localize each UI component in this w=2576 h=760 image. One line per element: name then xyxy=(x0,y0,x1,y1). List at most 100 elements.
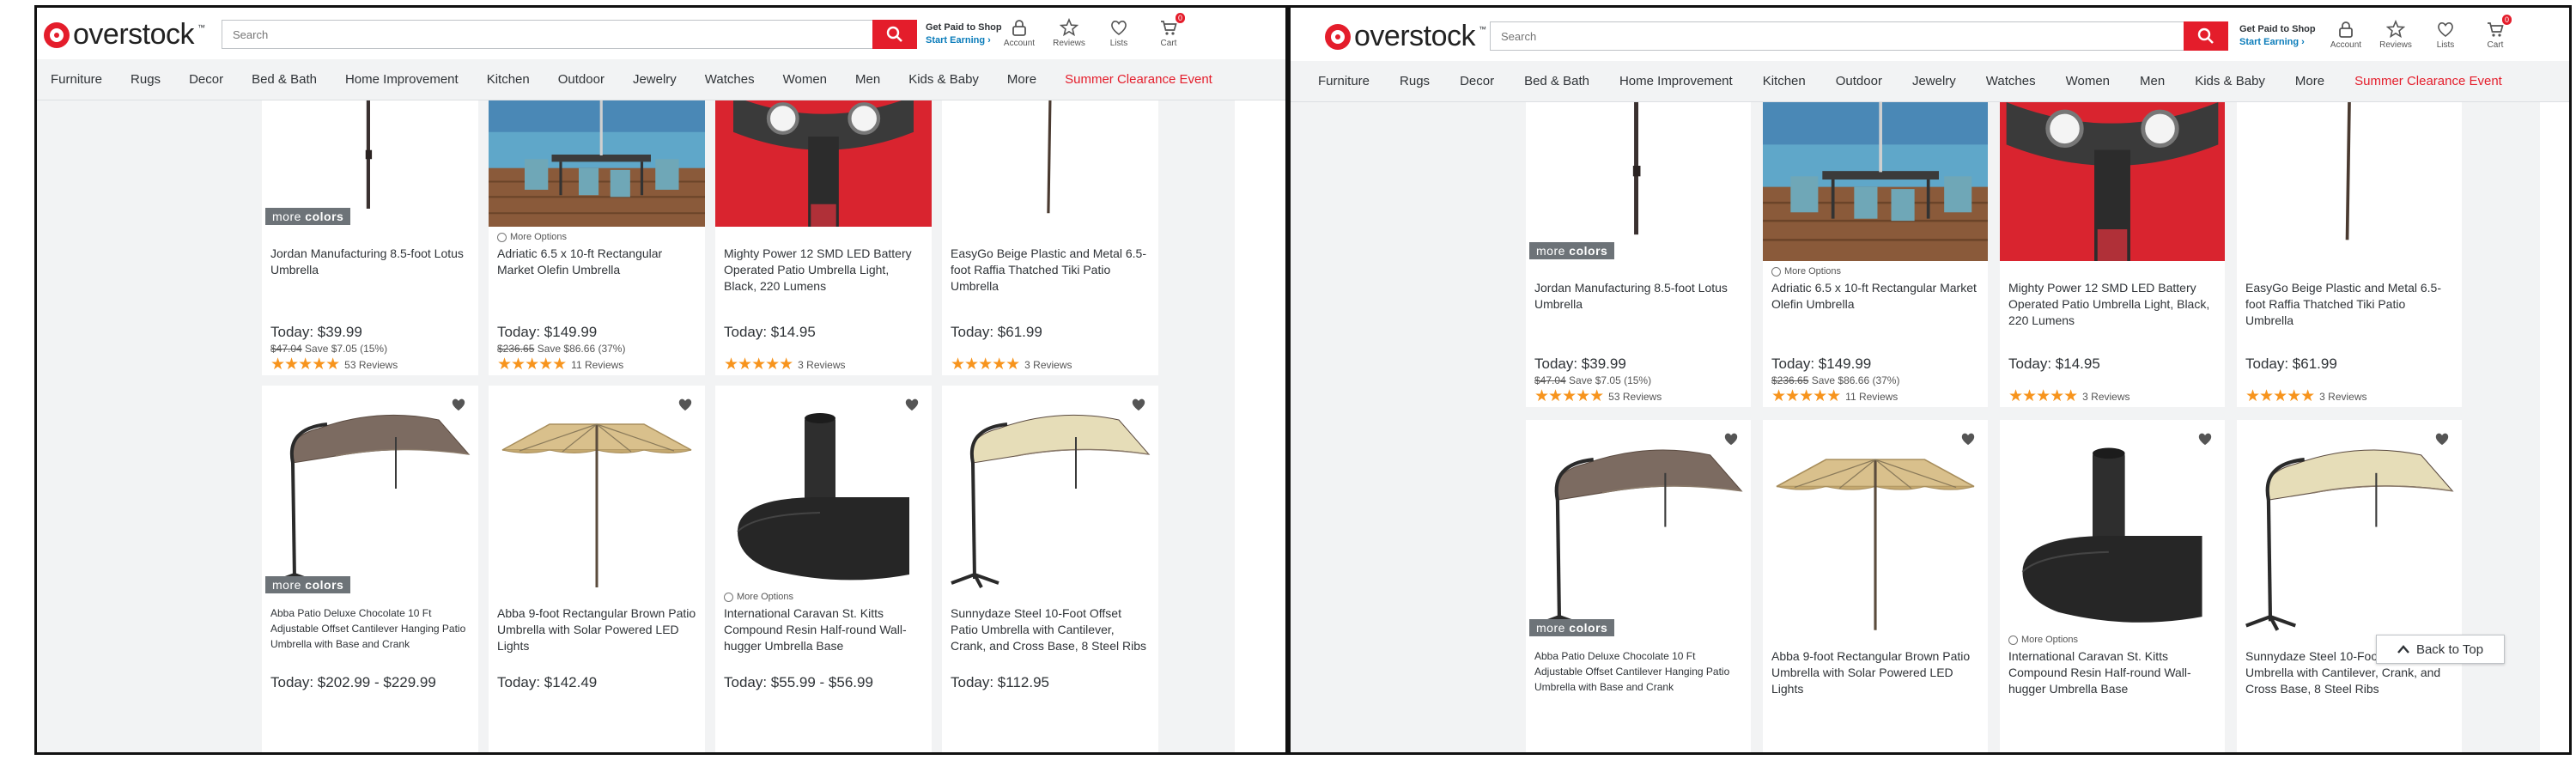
product-card[interactable]: More Options Adriatic 6.5 x 10-ft Rectang… xyxy=(489,100,705,375)
product-image[interactable] xyxy=(489,100,705,227)
add-to-list-heart-icon[interactable] xyxy=(904,398,920,416)
product-image[interactable] xyxy=(1526,437,1751,635)
more-options-link[interactable]: More Options xyxy=(497,232,567,242)
product-title[interactable]: Sunnydaze Steel 10-Foot Offset Patio Umb… xyxy=(951,605,1150,654)
account-link[interactable]: Account xyxy=(2321,20,2371,50)
product-image[interactable] xyxy=(942,100,1158,227)
product-rating[interactable]: ★★★★★ 53 Reviews xyxy=(270,355,398,374)
add-to-list-heart-icon[interactable] xyxy=(1131,398,1146,416)
add-to-list-heart-icon[interactable] xyxy=(1723,432,1739,450)
product-image[interactable] xyxy=(2000,437,2225,635)
nav-item-furniture[interactable]: Furniture xyxy=(1318,74,1370,88)
product-card[interactable]: Sunnydaze Steel 10-Foot Offset Patio Umb… xyxy=(2237,420,2462,752)
search-input[interactable] xyxy=(222,20,872,49)
nav-item-outdoor[interactable]: Outdoor xyxy=(558,72,605,87)
add-to-list-heart-icon[interactable] xyxy=(2197,432,2213,450)
product-card[interactable]: Sunnydaze Steel 10-Foot Offset Patio Umb… xyxy=(942,386,1158,752)
product-title[interactable]: Adriatic 6.5 x 10-ft Rectangular Market … xyxy=(1771,280,1979,313)
product-title[interactable]: Abba 9-foot Rectangular Brown Patio Umbr… xyxy=(1771,648,1979,697)
product-rating[interactable]: ★★★★★ 3 Reviews xyxy=(2008,386,2130,406)
product-image[interactable] xyxy=(715,403,932,592)
nav-item-decor[interactable]: Decor xyxy=(189,72,223,87)
nav-item-women[interactable]: Women xyxy=(783,72,827,87)
nav-item-jewelry[interactable]: Jewelry xyxy=(1912,74,1956,88)
product-card[interactable]: More Options Adriatic 6.5 x 10-ft Rectang… xyxy=(1763,102,1988,407)
nav-item-women[interactable]: Women xyxy=(2066,74,2110,88)
nav-item-rugs[interactable]: Rugs xyxy=(1400,74,1430,88)
product-image[interactable] xyxy=(2237,437,2462,635)
account-link[interactable]: Account xyxy=(994,18,1044,48)
nav-item-outdoor[interactable]: Outdoor xyxy=(1836,74,1882,88)
product-title[interactable]: International Caravan St. Kitts Compound… xyxy=(2008,648,2216,697)
product-title[interactable]: Abba 9-foot Rectangular Brown Patio Umbr… xyxy=(497,605,696,654)
nav-item-kitchen[interactable]: Kitchen xyxy=(487,72,530,87)
product-title[interactable]: International Caravan St. Kitts Compound… xyxy=(724,605,923,654)
product-rating[interactable]: ★★★★★ 3 Reviews xyxy=(2245,386,2367,406)
nav-item-summer-clearance[interactable]: Summer Clearance Event xyxy=(1065,72,1212,87)
overstock-logo[interactable]: overstock ™ xyxy=(44,18,205,52)
product-card[interactable]: EasyGo Beige Plastic and Metal 6.5-foot … xyxy=(2237,102,2462,407)
get-paid-link[interactable]: Get Paid to Shop Start Earning › xyxy=(2239,23,2316,49)
lists-link[interactable]: Lists xyxy=(2421,20,2470,50)
overstock-logo[interactable]: overstock ™ xyxy=(1325,20,1486,53)
nav-item-men[interactable]: Men xyxy=(2140,74,2165,88)
product-rating[interactable]: ★★★★★ 3 Reviews xyxy=(951,355,1072,374)
nav-item-furniture[interactable]: Furniture xyxy=(51,72,102,87)
product-card[interactable]: More Options International Caravan St. Ki… xyxy=(715,386,932,752)
nav-item-bed-bath[interactable]: Bed & Bath xyxy=(252,72,317,87)
nav-item-jewelry[interactable]: Jewelry xyxy=(633,72,677,87)
product-image[interactable] xyxy=(1763,437,1988,635)
lists-link[interactable]: Lists xyxy=(1094,18,1144,48)
more-colors-badge[interactable]: more colors xyxy=(1529,619,1615,636)
product-card[interactable]: more colors Jordan Manufacturing 8.5-foot… xyxy=(262,100,478,375)
back-to-top-button[interactable]: Back to Top xyxy=(2376,635,2505,664)
product-title[interactable]: Abba Patio Deluxe Chocolate 10 Ft Adjust… xyxy=(1534,648,1742,695)
product-card[interactable]: Abba 9-foot Rectangular Brown Patio Umbr… xyxy=(489,386,705,752)
add-to-list-heart-icon[interactable] xyxy=(1960,432,1976,450)
product-title[interactable]: EasyGo Beige Plastic and Metal 6.5-foot … xyxy=(2245,280,2453,329)
product-image[interactable] xyxy=(1526,102,1751,261)
nav-item-watches[interactable]: Watches xyxy=(1986,74,2036,88)
product-image[interactable] xyxy=(2000,102,2225,261)
product-image[interactable] xyxy=(262,403,478,592)
add-to-list-heart-icon[interactable] xyxy=(2434,432,2450,450)
nav-item-men[interactable]: Men xyxy=(855,72,880,87)
product-card[interactable]: more colors Abba Patio Deluxe Chocolate 1… xyxy=(1526,420,1751,752)
product-card[interactable]: Mighty Power 12 SMD LED Battery Operated… xyxy=(2000,102,2225,407)
nav-item-decor[interactable]: Decor xyxy=(1460,74,1494,88)
product-image[interactable] xyxy=(2237,102,2462,261)
reviews-link[interactable]: Reviews xyxy=(2371,20,2421,50)
reviews-link[interactable]: Reviews xyxy=(1044,18,1094,48)
nav-item-bed-bath[interactable]: Bed & Bath xyxy=(1524,74,1589,88)
search-button[interactable] xyxy=(872,20,917,49)
cart-link[interactable]: 0 Cart xyxy=(1144,13,1194,48)
add-to-list-heart-icon[interactable] xyxy=(677,398,693,416)
nav-item-watches[interactable]: Watches xyxy=(705,72,755,87)
more-options-link[interactable]: More Options xyxy=(1771,266,1841,277)
product-card[interactable]: More Options International Caravan St. Ki… xyxy=(2000,420,2225,752)
nav-item-rugs[interactable]: Rugs xyxy=(131,72,161,87)
more-colors-badge[interactable]: more colors xyxy=(265,208,351,225)
product-rating[interactable]: ★★★★★ 53 Reviews xyxy=(1534,386,1662,406)
product-image[interactable] xyxy=(715,100,932,227)
product-title[interactable]: Mighty Power 12 SMD LED Battery Operated… xyxy=(2008,280,2216,329)
product-card[interactable]: EasyGo Beige Plastic and Metal 6.5-foot … xyxy=(942,100,1158,375)
product-rating[interactable]: ★★★★★ 11 Reviews xyxy=(497,355,623,374)
product-title[interactable]: Jordan Manufacturing 8.5-foot Lotus Umbr… xyxy=(270,246,470,278)
product-title[interactable]: Adriatic 6.5 x 10-ft Rectangular Market … xyxy=(497,246,696,278)
product-card[interactable]: Abba 9-foot Rectangular Brown Patio Umbr… xyxy=(1763,420,1988,752)
nav-item-home-improvement[interactable]: Home Improvement xyxy=(1619,74,1733,88)
search-input[interactable] xyxy=(1490,21,2184,51)
nav-item-home-improvement[interactable]: Home Improvement xyxy=(345,72,459,87)
cart-link[interactable]: 0 Cart xyxy=(2470,15,2520,50)
product-rating[interactable]: ★★★★★ 3 Reviews xyxy=(724,355,846,374)
add-to-list-heart-icon[interactable] xyxy=(451,398,466,416)
product-image[interactable] xyxy=(1763,102,1988,261)
product-card[interactable]: Mighty Power 12 SMD LED Battery Operated… xyxy=(715,100,932,375)
product-card[interactable]: more colors Abba Patio Deluxe Chocolate 1… xyxy=(262,386,478,752)
product-card[interactable]: more colors Jordan Manufacturing 8.5-foot… xyxy=(1526,102,1751,407)
product-image[interactable] xyxy=(489,403,705,592)
nav-item-kids-baby[interactable]: Kids & Baby xyxy=(908,72,979,87)
product-title[interactable]: EasyGo Beige Plastic and Metal 6.5-foot … xyxy=(951,246,1150,295)
product-title[interactable]: Jordan Manufacturing 8.5-foot Lotus Umbr… xyxy=(1534,280,1742,313)
